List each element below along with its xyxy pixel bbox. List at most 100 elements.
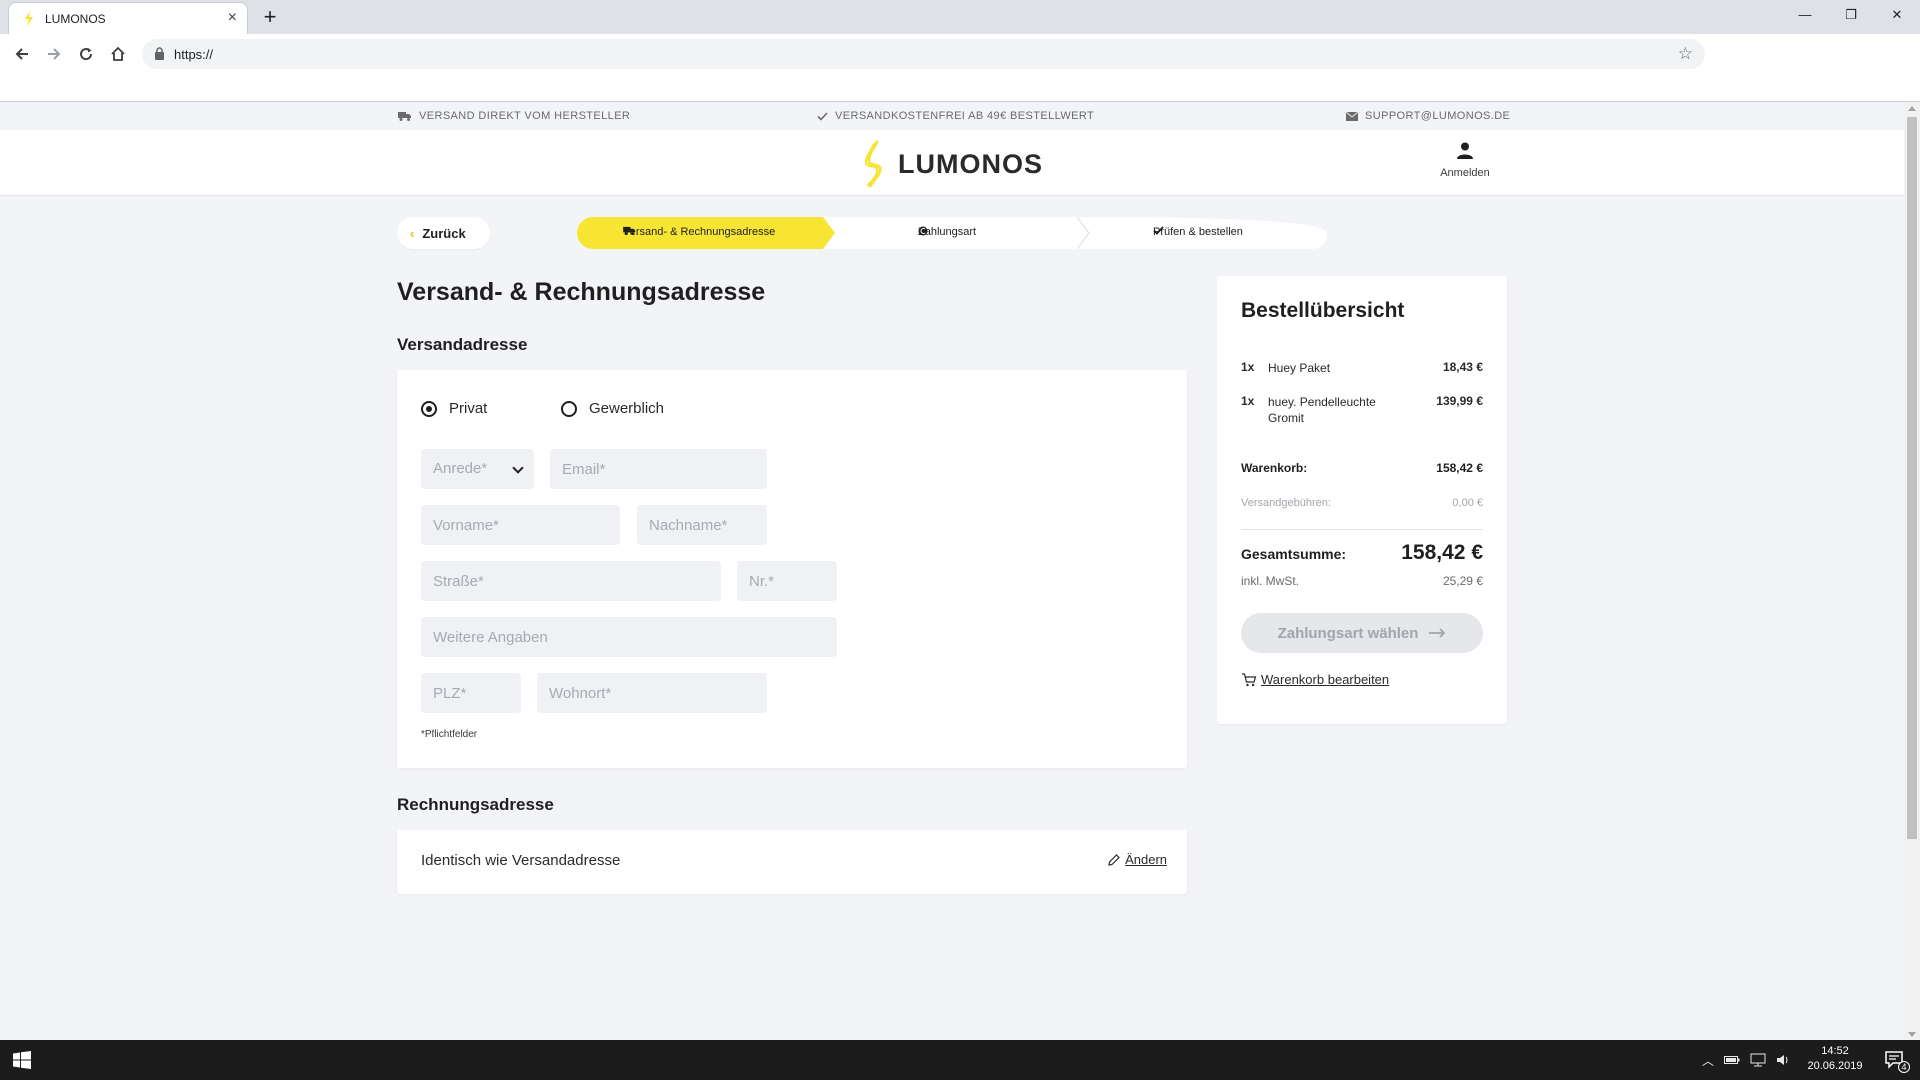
city-field[interactable]: [537, 673, 767, 713]
scroll-down-icon[interactable]: [1908, 1032, 1916, 1037]
scroll-up-icon[interactable]: [1908, 106, 1916, 111]
email-field[interactable]: [550, 449, 767, 489]
browser-tab[interactable]: LUMONOS ×: [8, 2, 248, 34]
edit-cart-link[interactable]: Warenkorb bearbeiten: [1241, 672, 1389, 687]
home-button[interactable]: [104, 40, 132, 68]
vat-value: 25,29 €: [1442, 574, 1483, 588]
action-center-button[interactable]: 4: [1884, 1049, 1910, 1073]
battery-icon[interactable]: [1724, 1055, 1740, 1065]
url-text[interactable]: https://: [174, 47, 213, 62]
step-review-label: Prüfen & bestellen: [1153, 226, 1243, 238]
shipping-fee-value: 0,00 €: [1452, 497, 1483, 509]
back-button[interactable]: ‹ Zurück: [397, 217, 490, 249]
radio-business-label: Gewerblich: [589, 400, 665, 417]
check-icon: [817, 111, 828, 121]
minimize-button[interactable]: —: [1782, 0, 1828, 30]
item-name: huey. Pendelleuchte Gromit: [1268, 395, 1376, 425]
radio-business-circle[interactable]: [561, 400, 577, 417]
summary-divider: [1241, 529, 1483, 530]
cart-subtotal-label: Warenkorb:: [1241, 461, 1308, 475]
address-extra-field[interactable]: [421, 617, 837, 657]
browser-tab-strip: LUMONOS × + — ❐ ✕: [0, 0, 1920, 34]
change-billing-label: Ändern: [1125, 852, 1167, 867]
cart-icon: [1242, 672, 1257, 686]
tab-close-icon[interactable]: ×: [228, 9, 237, 27]
reload-button[interactable]: [72, 40, 100, 68]
scrollbar-thumb[interactable]: [1907, 117, 1917, 839]
info-free-shipping-text: VERSANDKOSTENFREI AB 49€ BESTELLWERT: [835, 110, 1095, 122]
new-tab-button[interactable]: +: [256, 4, 284, 32]
logo-text: LUMONOS: [898, 148, 1043, 179]
info-support[interactable]: SUPPORT@LUMONOS.DE: [1346, 110, 1510, 122]
radio-private[interactable]: Privat: [421, 400, 487, 417]
item-price: 139,99 €: [1436, 394, 1483, 408]
network-icon[interactable]: [1750, 1053, 1766, 1067]
info-free-shipping: VERSANDKOSTENFREI AB 49€ BESTELLWERT: [817, 110, 1094, 122]
tab-title: LUMONOS: [45, 12, 106, 26]
clock-date: 20.06.2019: [1807, 1060, 1863, 1072]
speaker-icon[interactable]: [1776, 1053, 1790, 1067]
lightning-logo-icon: [864, 140, 882, 188]
house-number-field[interactable]: [737, 561, 837, 601]
windows-taskbar: ︿ 14:52 20.06.2019 4: [0, 1040, 1920, 1080]
mail-icon: [1346, 111, 1358, 121]
euro-coin-icon: [918, 226, 928, 236]
change-billing-link[interactable]: Ändern: [1108, 852, 1167, 867]
salutation-value: Anrede*: [433, 460, 488, 477]
step-payment[interactable]: Zahlungsart: [918, 226, 976, 238]
maximize-button[interactable]: ❐: [1828, 0, 1874, 30]
cart-subtotal-value: 158,42 €: [1436, 461, 1483, 475]
support-email[interactable]: SUPPORT@LUMONOS.DE: [1365, 110, 1510, 122]
lastname-field[interactable]: [637, 505, 767, 545]
firstname-field[interactable]: [421, 505, 620, 545]
arrow-right-icon: [48, 48, 61, 60]
choose-payment-button[interactable]: Zahlungsart wählen: [1241, 613, 1483, 653]
shipping-fee-label: Versandgebühren:: [1241, 497, 1331, 509]
notification-count: 4: [1898, 1061, 1910, 1073]
forward-nav-button[interactable]: [40, 40, 68, 68]
billing-section-title: Rechnungsadresse: [397, 795, 554, 814]
lumonos-favicon-icon: [25, 11, 33, 27]
item-qty: 1x: [1241, 394, 1255, 408]
item-name: Huey Paket: [1268, 361, 1331, 375]
billing-same-text: Identisch wie Versandadresse: [421, 852, 621, 869]
info-bar: VERSAND DIREKT VOM HERSTELLER VERSANDKOS…: [0, 103, 1904, 130]
vat-label: inkl. MwSt.: [1241, 574, 1300, 588]
radio-private-label: Privat: [449, 400, 488, 417]
street-field[interactable]: [421, 561, 721, 601]
step-review[interactable]: Prüfen & bestellen: [1153, 226, 1243, 238]
step-address-label: Versand- & Rechnungsadresse: [623, 226, 776, 238]
star-icon[interactable]: ☆: [1678, 44, 1693, 64]
user-icon: [1457, 142, 1473, 159]
close-window-button[interactable]: ✕: [1874, 0, 1920, 30]
info-shipping-text: VERSAND DIREKT VOM HERSTELLER: [419, 110, 631, 122]
checkout-steps: Versand- & Rechnungsadresse Zahlungsart …: [577, 217, 1327, 249]
login-button[interactable]: Anmelden: [1430, 142, 1500, 179]
taskbar-clock[interactable]: 14:52 20.06.2019: [1800, 1044, 1870, 1074]
item-qty: 1x: [1241, 360, 1255, 374]
chevron-up-icon[interactable]: ︿: [1702, 1052, 1714, 1069]
arrow-left-icon: [15, 48, 28, 60]
required-hint: *Pflichtfelder: [421, 729, 478, 740]
salutation-select[interactable]: Anrede*: [421, 449, 534, 489]
truck-icon: [398, 112, 411, 121]
clock-time: 14:52: [1821, 1045, 1849, 1057]
login-label: Anmelden: [1440, 167, 1490, 179]
total-row: Gesamtsumme: 158,42 €: [1241, 541, 1483, 565]
order-summary-card: Bestellübersicht 1x Huey Paket 18,43 € 1…: [1217, 276, 1507, 724]
page-scrollbar[interactable]: [1904, 103, 1920, 1040]
site-logo[interactable]: LUMONOS: [862, 140, 1043, 188]
page-viewport: VERSAND DIREKT VOM HERSTELLER VERSANDKOS…: [0, 103, 1904, 1040]
shipping-section-title: Versandadresse: [397, 335, 528, 354]
address-bar[interactable]: https:// ☆: [142, 39, 1705, 69]
page-title: Versand- & Rechnungsadresse: [397, 278, 766, 306]
step-address[interactable]: Versand- & Rechnungsadresse: [623, 226, 775, 238]
radio-business[interactable]: Gewerblich: [561, 400, 664, 417]
zip-field[interactable]: [421, 673, 521, 713]
back-nav-button[interactable]: [8, 40, 36, 68]
radio-private-circle[interactable]: [421, 400, 437, 417]
windows-start-icon[interactable]: [13, 1051, 31, 1069]
reload-icon: [80, 48, 93, 61]
edit-cart-label: Warenkorb bearbeiten: [1261, 672, 1390, 687]
item-price: 18,43 €: [1442, 360, 1483, 374]
